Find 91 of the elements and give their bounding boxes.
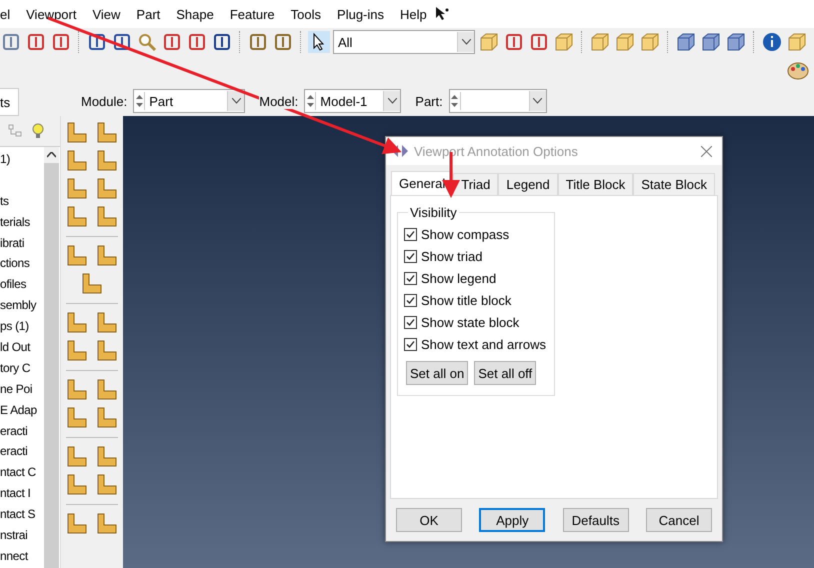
spinner-arrows-icon [136, 94, 143, 108]
tree-item[interactable]: ne Poi [0, 378, 32, 400]
checkbox-option[interactable]: Show compass [404, 227, 554, 242]
caret-icon [388, 98, 397, 104]
dialog-button[interactable]: Cancel [646, 508, 712, 532]
tree-item[interactable]: ofiles [0, 274, 26, 296]
option-label: Show title block [421, 293, 512, 308]
checkbox[interactable] [404, 294, 417, 307]
dialog-button[interactable]: Apply [479, 508, 546, 532]
spinner-arrows-icon [306, 94, 314, 108]
close-icon[interactable] [701, 146, 712, 156]
menu-item[interactable]: Tools [282, 6, 330, 22]
lightbulb-icon[interactable] [30, 122, 46, 140]
checkbox-option[interactable]: Show title block [404, 293, 554, 308]
cube-icon[interactable] [589, 31, 611, 53]
menu-item[interactable]: Plug-ins [329, 6, 392, 22]
spinner-arrows-icon [451, 94, 458, 108]
caret-icon [232, 98, 241, 104]
option-label: Show state block [421, 315, 520, 330]
dialog-title: Viewport Annotation Options [414, 144, 579, 158]
caret-icon [533, 98, 542, 104]
dialog-button[interactable]: OK [396, 508, 462, 532]
tree-item[interactable]: terials [0, 212, 30, 233]
checkbox[interactable] [404, 316, 417, 329]
field-label: Model: [259, 94, 298, 108]
field-label: Module: [81, 94, 128, 108]
scroll-up-icon[interactable] [47, 152, 56, 158]
tree-item[interactable]: nnect [0, 546, 28, 567]
checkbox[interactable] [404, 272, 417, 285]
set-all-button[interactable]: Set all off [474, 361, 536, 385]
tab[interactable]: State Block [633, 173, 716, 195]
tab[interactable]: Legend [498, 173, 558, 195]
tree-item[interactable]: E Adap [0, 400, 37, 421]
menu-item[interactable]: Part [128, 6, 168, 22]
checkbox-option[interactable]: Show text and arrows [404, 337, 554, 352]
menu-item[interactable]: View [84, 6, 128, 22]
mesh-cube-icon[interactable] [725, 31, 747, 53]
caret-icon [462, 39, 470, 45]
option-label: Show compass [421, 227, 510, 242]
context-dropdown[interactable] [448, 89, 547, 113]
tree-item[interactable]: eracti [0, 420, 28, 442]
cube-icon[interactable] [639, 31, 661, 53]
checkbox-option[interactable]: Show legend [404, 271, 554, 286]
group-title: Visibility [408, 205, 459, 220]
context-dropdown[interactable]: Model-1 [304, 89, 402, 113]
pointer-icon[interactable] [308, 31, 330, 53]
help-pointer-icon[interactable] [434, 6, 449, 22]
menu-item[interactable]: el [0, 6, 18, 22]
tab[interactable]: General [391, 171, 454, 195]
option-label: Show triad [421, 249, 482, 264]
option-label: Show legend [421, 271, 496, 286]
tree-item[interactable]: 1) [0, 149, 10, 170]
checkbox[interactable] [404, 338, 417, 351]
cube-icon[interactable] [478, 31, 500, 53]
cube-icon[interactable] [553, 31, 575, 53]
menu-item[interactable]: Feature [222, 6, 283, 22]
option-label: Show text and arrows [421, 337, 546, 352]
tree-item[interactable]: sembly [0, 295, 36, 316]
tree-item[interactable]: ntact C [0, 462, 36, 484]
tab[interactable]: Triad [453, 173, 498, 195]
menu-item[interactable]: Help [392, 6, 435, 22]
tree-item[interactable]: ntact S [0, 504, 36, 526]
tab[interactable]: Title Block [558, 173, 634, 195]
tree-item[interactable]: tory C [0, 358, 30, 379]
info-icon[interactable] [761, 31, 783, 53]
dialog-button[interactable]: Defaults [562, 508, 629, 532]
context-dropdown[interactable]: Part [133, 89, 246, 113]
app-logo-icon [392, 144, 408, 158]
checkbox[interactable] [404, 250, 417, 263]
tree-tab[interactable]: ts [0, 88, 19, 116]
cube-icon[interactable] [786, 31, 808, 53]
checkbox-option[interactable]: Show triad [404, 249, 554, 264]
tree-item[interactable]: ld Out [0, 337, 30, 358]
tree-item[interactable]: ntact I [0, 483, 31, 504]
tree-item[interactable]: eracti [0, 441, 28, 462]
zoom-icon[interactable] [136, 31, 158, 53]
menu-item[interactable]: Shape [168, 6, 222, 22]
tree-item[interactable]: ibrati [0, 232, 24, 254]
tree-item[interactable]: nstrai [0, 525, 28, 546]
cube-icon[interactable] [614, 31, 636, 53]
mesh-cube-icon[interactable] [700, 31, 722, 53]
selection-filter-dropdown[interactable]: All [333, 30, 475, 54]
mesh-cube-icon[interactable] [675, 31, 697, 53]
checkbox-option[interactable]: Show state block [404, 315, 554, 330]
checkbox[interactable] [404, 228, 417, 241]
set-all-button[interactable]: Set all on [406, 361, 468, 385]
tree-item[interactable]: ts [0, 190, 9, 212]
scrollbar[interactable] [44, 147, 59, 568]
tree-item[interactable]: ps (1) [0, 316, 29, 338]
tree-item[interactable]: ctions [0, 253, 30, 274]
menu-item[interactable]: Viewport [18, 6, 84, 22]
